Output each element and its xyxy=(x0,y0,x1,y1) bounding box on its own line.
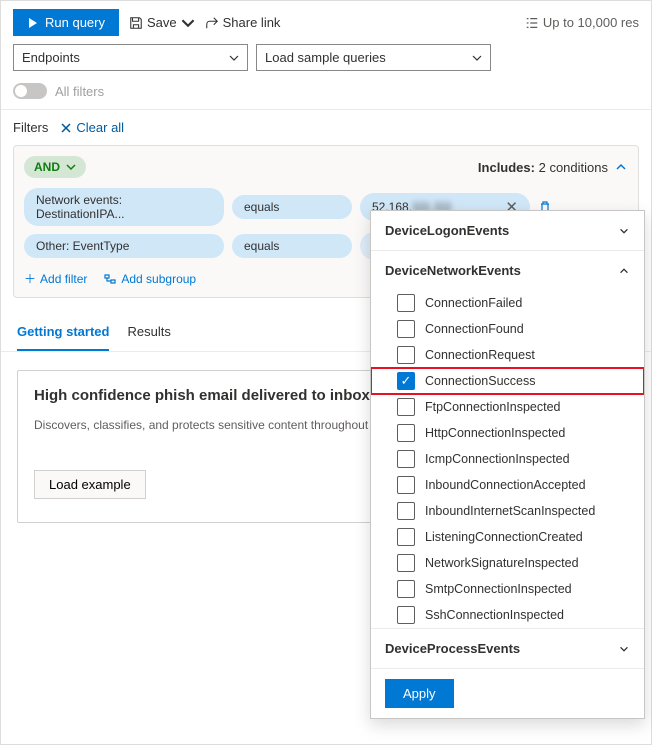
option-label: IcmpConnectionInspected xyxy=(425,452,570,466)
checkbox[interactable] xyxy=(397,502,415,520)
save-label: Save xyxy=(147,15,177,30)
share-icon xyxy=(205,16,219,30)
option-label: ListeningConnectionCreated xyxy=(425,530,583,544)
checkbox[interactable]: ✓ xyxy=(397,372,415,390)
option-label: SshConnectionInspected xyxy=(425,608,564,622)
event-type-dropdown-panel: DeviceLogonEventsDeviceNetworkEvents Conn… xyxy=(370,210,645,719)
checkbox[interactable] xyxy=(397,424,415,442)
run-query-label: Run query xyxy=(45,15,105,30)
option-networksignatureinspected[interactable]: NetworkSignatureInspected xyxy=(371,550,644,576)
filters-heading: Filters xyxy=(13,120,48,135)
section-header[interactable]: DeviceNetworkEvents xyxy=(371,251,644,290)
all-filters-label: All filters xyxy=(55,84,104,99)
option-inboundinternetscaninspected[interactable]: InboundInternetScanInspected xyxy=(371,498,644,524)
checkbox[interactable] xyxy=(397,476,415,494)
endpoints-label: Endpoints xyxy=(22,50,80,65)
tab-getting-started[interactable]: Getting started xyxy=(17,324,109,351)
play-icon xyxy=(27,17,39,29)
option-connectionfailed[interactable]: ConnectionFailed xyxy=(371,290,644,316)
chevron-down-icon xyxy=(66,162,76,172)
add-filter-button[interactable]: ＋Add filter xyxy=(24,270,87,287)
plus-icon: ＋ xyxy=(24,270,36,287)
operator-pill[interactable]: equals xyxy=(232,234,352,258)
option-label: NetworkSignatureInspected xyxy=(425,556,579,570)
option-inboundconnectionaccepted[interactable]: InboundConnectionAccepted xyxy=(371,472,644,498)
and-operator-chip[interactable]: AND xyxy=(24,156,86,178)
option-label: SmtpConnectionInspected xyxy=(425,582,572,596)
option-sshconnectioninspected[interactable]: SshConnectionInspected xyxy=(371,602,644,628)
clear-all-button[interactable]: Clear all xyxy=(60,120,124,135)
chevron-icon xyxy=(618,265,630,277)
option-httpconnectioninspected[interactable]: HttpConnectionInspected xyxy=(371,420,644,446)
chevron-icon xyxy=(618,225,630,237)
option-label: ConnectionFound xyxy=(425,322,524,336)
tab-results[interactable]: Results xyxy=(127,324,170,351)
load-example-button[interactable]: Load example xyxy=(34,470,146,499)
field-pill[interactable]: Network events: DestinationIPA... xyxy=(24,188,224,226)
save-button[interactable]: Save xyxy=(129,15,195,30)
sample-label: Load sample queries xyxy=(265,50,386,65)
option-connectionrequest[interactable]: ConnectionRequest xyxy=(371,342,644,368)
chevron-icon xyxy=(618,643,630,655)
checkbox[interactable] xyxy=(397,528,415,546)
option-label: ConnectionRequest xyxy=(425,348,535,362)
section-header[interactable]: DeviceProcessEvents xyxy=(371,629,644,668)
option-label: ConnectionSuccess xyxy=(425,374,535,388)
share-label: Share link xyxy=(223,15,281,30)
sample-queries-dropdown[interactable]: Load sample queries xyxy=(256,44,491,71)
operator-pill[interactable]: equals xyxy=(232,195,352,219)
checkbox[interactable] xyxy=(397,554,415,572)
save-icon xyxy=(129,16,143,30)
list-icon xyxy=(525,16,539,30)
checkbox[interactable] xyxy=(397,606,415,624)
includes-label: Includes: xyxy=(478,160,535,175)
subgroup-icon xyxy=(103,272,117,286)
checkbox[interactable] xyxy=(397,346,415,364)
chevron-down-icon xyxy=(229,53,239,63)
checkbox[interactable] xyxy=(397,398,415,416)
option-label: ConnectionFailed xyxy=(425,296,522,310)
all-filters-toggle[interactable] xyxy=(13,83,47,99)
checkbox[interactable] xyxy=(397,320,415,338)
option-label: InboundConnectionAccepted xyxy=(425,478,586,492)
apply-button[interactable]: Apply xyxy=(385,679,454,708)
endpoints-dropdown[interactable]: Endpoints xyxy=(13,44,248,71)
option-ftpconnectioninspected[interactable]: FtpConnectionInspected xyxy=(371,394,644,420)
chevron-down-icon xyxy=(472,53,482,63)
includes-count: 2 conditions xyxy=(539,160,608,175)
add-subgroup-button[interactable]: Add subgroup xyxy=(103,270,196,287)
chevron-down-icon xyxy=(181,16,195,30)
option-smtpconnectioninspected[interactable]: SmtpConnectionInspected xyxy=(371,576,644,602)
share-link-button[interactable]: Share link xyxy=(205,15,281,30)
option-connectionfound[interactable]: ConnectionFound xyxy=(371,316,644,342)
option-connectionsuccess[interactable]: ✓ ConnectionSuccess xyxy=(371,368,644,394)
checkbox[interactable] xyxy=(397,580,415,598)
run-query-button[interactable]: Run query xyxy=(13,9,119,36)
collapse-group-button[interactable] xyxy=(614,160,628,174)
checkbox[interactable] xyxy=(397,294,415,312)
results-limit-info: Up to 10,000 res xyxy=(525,15,639,30)
option-label: HttpConnectionInspected xyxy=(425,426,565,440)
checkbox[interactable] xyxy=(397,450,415,468)
section-header[interactable]: DeviceLogonEvents xyxy=(371,211,644,250)
clear-icon xyxy=(60,122,72,134)
option-icmpconnectioninspected[interactable]: IcmpConnectionInspected xyxy=(371,446,644,472)
option-label: InboundInternetScanInspected xyxy=(425,504,595,518)
field-pill[interactable]: Other: EventType xyxy=(24,234,224,258)
option-label: FtpConnectionInspected xyxy=(425,400,561,414)
option-listeningconnectioncreated[interactable]: ListeningConnectionCreated xyxy=(371,524,644,550)
